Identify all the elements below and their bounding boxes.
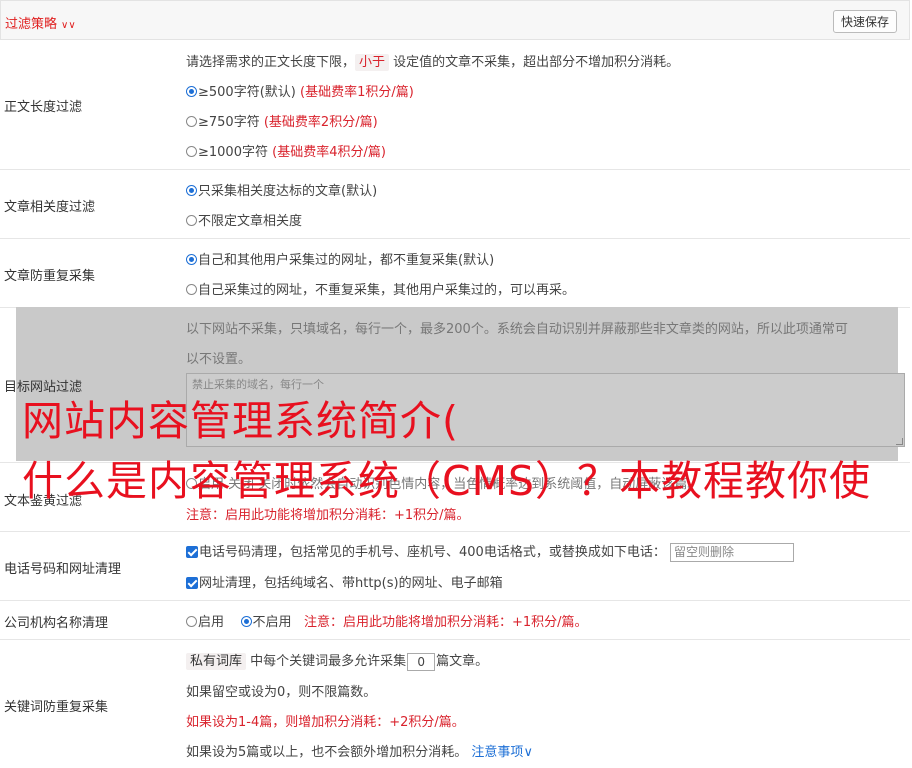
chevron-down-icon[interactable]: ∨∨ xyxy=(61,20,76,31)
radio[interactable] xyxy=(186,215,197,226)
length-option-1000[interactable]: ≥1000字符 (基础费率4积分/篇) xyxy=(186,141,386,160)
company-row: 公司机构名称清理 启用 不启用 注意：启用此功能将增加积分消耗：+1积分/篇。 xyxy=(0,601,910,640)
relevance-option-2[interactable]: 不限定文章相关度 xyxy=(186,210,302,229)
url-cleanup-option[interactable]: 网址清理，包括纯域名、带http(s)的网址、电子邮箱 xyxy=(186,572,503,591)
radio-selected[interactable] xyxy=(186,254,197,265)
keyword-line-2: 如果留空或设为0，则不限篇数。 xyxy=(186,685,377,700)
relevance-option-1[interactable]: 只采集相关度达标的文章(默认) xyxy=(186,180,377,199)
relevance-label: 文章相关度过滤 xyxy=(4,200,96,215)
phone-url-row: 电话号码和网址清理 电话号码清理，包括常见的手机号、座机号、400电话格式，或替… xyxy=(0,532,910,601)
radio[interactable] xyxy=(186,116,197,127)
dedupe-option-2[interactable]: 自己采集过的网址，不重复采集，其他用户采集过的，可以再采。 xyxy=(186,279,575,298)
overlay-title-line-2: 什么是内容管理系统（CMS）？本教程教你使 xyxy=(22,457,872,505)
company-enable-option[interactable]: 启用 xyxy=(186,615,224,630)
keyword-limit-line: 私有词库 中每个关键词最多允许采集 0 篇文章。 xyxy=(186,650,488,671)
radio[interactable] xyxy=(186,284,197,295)
phone-cleanup-option[interactable]: 电话号码清理，包括常见的手机号、座机号、400电话格式，或替换成如下电话： 留空… xyxy=(186,541,794,562)
keyword-row: 关键词防重复采集 私有词库 中每个关键词最多允许采集 0 篇文章。 如果留空或设为0… xyxy=(0,640,910,768)
quick-save-button[interactable]: 快速保存 xyxy=(832,10,897,33)
resize-grip-icon[interactable] xyxy=(896,438,903,445)
keyword-line-4: 如果设为5篇或以上，也不会额外增加积分消耗。 注意事项∨ xyxy=(186,745,533,760)
section-title[interactable]: 过滤策略 ∨∨ xyxy=(5,13,76,32)
keyword-label: 关键词防重复采集 xyxy=(4,700,109,715)
private-lexicon-tag[interactable]: 私有词库 xyxy=(186,653,247,670)
target-site-desc-1: 以下网站不采集，只填域名，每行一个，最多200个。系统会自动识别并屏蔽那些非文章… xyxy=(186,322,848,337)
company-options: 启用 不启用 注意：启用此功能将增加积分消耗：+1积分/篇。 xyxy=(186,611,588,630)
dedupe-option-1[interactable]: 自己和其他用户采集过的网址，都不重复采集(默认) xyxy=(186,249,494,268)
keyword-line-3: 如果设为1-4篇，则增加积分消耗：+2积分/篇。 xyxy=(186,715,465,730)
length-option-500[interactable]: ≥500字符(默认) (基础费率1积分/篇) xyxy=(186,81,414,100)
checkbox-checked[interactable] xyxy=(186,546,198,558)
company-label: 公司机构名称清理 xyxy=(4,616,109,631)
notice-link[interactable]: 注意事项∨ xyxy=(471,745,533,760)
radio-selected[interactable] xyxy=(186,86,197,97)
target-site-desc-2: 以不设置。 xyxy=(186,352,252,367)
phone-url-label: 电话号码和网址清理 xyxy=(4,562,122,577)
length-filter-desc: 请选择需求的正文长度下限， 小于 设定值的文章不采集，超出部分不增加积分消耗。 xyxy=(186,54,680,71)
overlay-title-line-1: 网站内容管理系统简介( xyxy=(22,397,459,445)
company-disable-option[interactable]: 不启用 xyxy=(240,615,292,630)
radio-selected[interactable] xyxy=(186,185,197,196)
replacement-phone-input[interactable]: 留空则删除 xyxy=(669,543,794,562)
radio-selected[interactable] xyxy=(240,616,252,627)
keyword-limit-input[interactable]: 0 xyxy=(407,652,436,671)
chevron-down-icon: ∨ xyxy=(523,745,533,760)
filter-strategy-header: 过滤策略 ∨∨ 快速保存 xyxy=(0,0,910,40)
less-than-tag: 小于 xyxy=(355,54,390,71)
dedupe-label: 文章防重复采集 xyxy=(4,269,96,284)
checkbox-checked[interactable] xyxy=(186,577,198,589)
length-option-750[interactable]: ≥750字符 (基础费率2积分/篇) xyxy=(186,111,378,130)
radio[interactable] xyxy=(186,146,197,157)
relevance-row: 文章相关度过滤 只采集相关度达标的文章(默认) 不限定文章相关度 xyxy=(0,170,910,239)
radio[interactable] xyxy=(186,616,197,627)
company-note: 注意：启用此功能将增加积分消耗：+1积分/篇。 xyxy=(303,615,588,630)
length-filter-label: 正文长度过滤 xyxy=(4,100,83,115)
length-filter-row: 正文长度过滤 请选择需求的正文长度下限， 小于 设定值的文章不采集，超出部分不增加… xyxy=(0,40,910,170)
dedupe-row: 文章防重复采集 自己和其他用户采集过的网址，都不重复采集(默认) 自己采集过的网… xyxy=(0,239,910,308)
